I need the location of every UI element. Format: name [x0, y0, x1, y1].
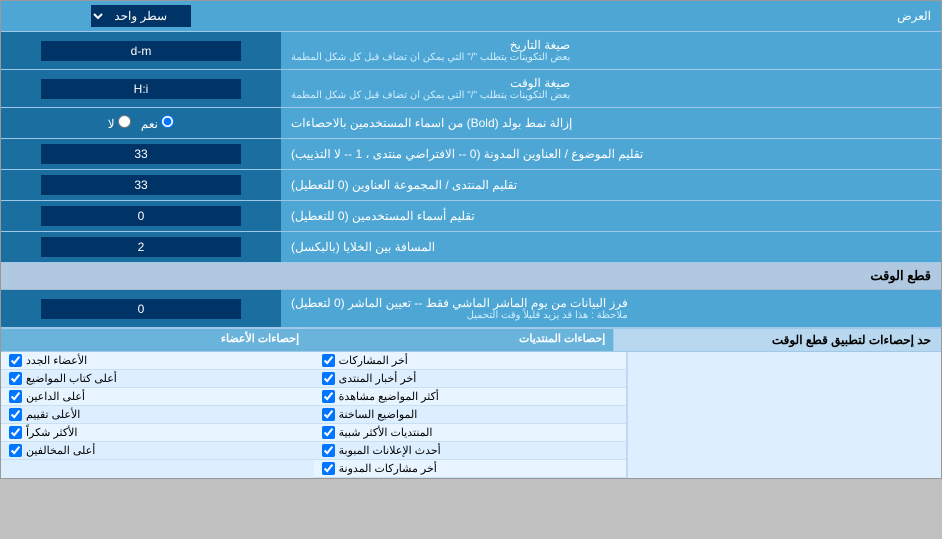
- cb-item: الأكثر شكراً: [1, 424, 314, 442]
- date-format-input-cell: [1, 32, 281, 69]
- cell-spacing-input[interactable]: [41, 237, 241, 257]
- bold-no-label: لا: [108, 115, 131, 131]
- cb-item: المنتديات الأكثر شبية: [314, 424, 627, 442]
- cb-col3-3[interactable]: [9, 390, 22, 403]
- users-trim-row: تقليم أسماء المستخدمين (0 للتعطيل): [1, 201, 941, 232]
- cb-col3-5[interactable]: [9, 426, 22, 439]
- cb-col3-4[interactable]: [9, 408, 22, 421]
- col2-header: إحصاءات المنتديات: [307, 329, 614, 351]
- forum-per-page-input-cell: [1, 170, 281, 200]
- cb-item: الأعضاء الجدد: [1, 352, 314, 370]
- time-format-input[interactable]: [41, 79, 241, 99]
- apply-label: حد إحصاءات لتطبيق قطع الوقت: [614, 329, 941, 351]
- bold-no-radio[interactable]: [118, 115, 131, 128]
- users-trim-label: تقليم أسماء المستخدمين (0 للتعطيل): [281, 201, 941, 231]
- display-label: العرض: [281, 3, 941, 29]
- topics-per-page-label: تقليم الموضوع / العناوين المدونة (0 -- ا…: [281, 139, 941, 169]
- cb-item: أخر أخبار المنتدى: [314, 370, 627, 388]
- cell-spacing-row: المسافة بين الخلايا (بالبكسل): [1, 232, 941, 263]
- checkboxes-area: حد إحصاءات لتطبيق قطع الوقت إحصاءات المن…: [1, 328, 941, 478]
- cb-item: الأعلى تقييم: [1, 406, 314, 424]
- realtime-section-header: قطع الوقت: [1, 263, 941, 290]
- cb-item: أعلى المخالفين: [1, 442, 314, 460]
- time-format-input-cell: [1, 70, 281, 107]
- topics-per-page-row: تقليم الموضوع / العناوين المدونة (0 -- ا…: [1, 139, 941, 170]
- cb-item: المواضيع الساخنة: [314, 406, 627, 424]
- display-input-cell: سطر واحد سطران ثلاثة أسطر: [1, 1, 281, 31]
- bold-yes-radio[interactable]: [161, 115, 174, 128]
- cb-col3-6[interactable]: [9, 444, 22, 457]
- time-format-row: صيغة الوقت بعض التكوينات يتطلب "/" التي …: [1, 70, 941, 108]
- realtime-filter-input[interactable]: [41, 299, 241, 319]
- cb-item: أعلى الداعين: [1, 388, 314, 406]
- cell-spacing-label: المسافة بين الخلايا (بالبكسل): [281, 232, 941, 262]
- col2-checkboxes: أخر المشاركات أخر أخبار المنتدى أكثر الم…: [314, 352, 628, 478]
- cb-col3-2[interactable]: [9, 372, 22, 385]
- date-format-input[interactable]: [41, 41, 241, 61]
- realtime-filter-input-cell: [1, 290, 281, 327]
- col3-checkboxes: الأعضاء الجدد أعلى كتاب المواضيع أعلى ال…: [1, 352, 314, 478]
- display-select[interactable]: سطر واحد سطران ثلاثة أسطر: [91, 5, 191, 27]
- users-trim-input[interactable]: [41, 206, 241, 226]
- forum-per-page-row: تقليم المنتدى / المجموعة العناوين (0 للت…: [1, 170, 941, 201]
- cb-col2-7[interactable]: [322, 462, 335, 475]
- col3-header: إحصاءات الأعضاء: [1, 329, 307, 351]
- cb-col2-5[interactable]: [322, 426, 335, 439]
- time-format-label: صيغة الوقت بعض التكوينات يتطلب "/" التي …: [281, 70, 941, 107]
- main-container: العرض سطر واحد سطران ثلاثة أسطر صيغة الت…: [0, 0, 942, 479]
- topics-per-page-input-cell: [1, 139, 281, 169]
- col-headers: إحصاءات المنتديات إحصاءات الأعضاء: [1, 329, 614, 351]
- cb-item: أخر مشاركات المدونة: [314, 460, 627, 478]
- cb-col2-4[interactable]: [322, 408, 335, 421]
- cb-item: أخر المشاركات: [314, 352, 627, 370]
- users-trim-input-cell: [1, 201, 281, 231]
- cb-col2-2[interactable]: [322, 372, 335, 385]
- realtime-filter-label: فرز البيانات من يوم الماشر الماشي فقط --…: [281, 290, 941, 327]
- bold-yes-label: نعم: [141, 115, 174, 131]
- cb-col2-3[interactable]: [322, 390, 335, 403]
- topics-per-page-input[interactable]: [41, 144, 241, 164]
- cb-col3-1[interactable]: [9, 354, 22, 367]
- cb-item: أكثر المواضيع مشاهدة: [314, 388, 627, 406]
- bold-names-row: إزالة نمط بولد (Bold) من اسماء المستخدمي…: [1, 108, 941, 139]
- date-format-row: صيغة التاريخ بعض التكوينات يتطلب "/" الت…: [1, 32, 941, 70]
- cb-col2-6[interactable]: [322, 444, 335, 457]
- checkboxes-content: أخر المشاركات أخر أخبار المنتدى أكثر الم…: [1, 352, 941, 478]
- forum-per-page-input[interactable]: [41, 175, 241, 195]
- forum-per-page-label: تقليم المنتدى / المجموعة العناوين (0 للت…: [281, 170, 941, 200]
- display-row: العرض سطر واحد سطران ثلاثة أسطر: [1, 1, 941, 32]
- date-format-label: صيغة التاريخ بعض التكوينات يتطلب "/" الت…: [281, 32, 941, 69]
- bold-names-input-cell: نعم لا: [1, 108, 281, 138]
- cell-spacing-input-cell: [1, 232, 281, 262]
- cb-item: أحدث الإعلانات المبوبة: [314, 442, 627, 460]
- bold-names-label: إزالة نمط بولد (Bold) من اسماء المستخدمي…: [281, 108, 941, 138]
- checkboxes-header-row: حد إحصاءات لتطبيق قطع الوقت إحصاءات المن…: [1, 329, 941, 352]
- cb-item: أعلى كتاب المواضيع: [1, 370, 314, 388]
- empty-col: [627, 352, 941, 478]
- cb-col2-1[interactable]: [322, 354, 335, 367]
- realtime-filter-row: فرز البيانات من يوم الماشر الماشي فقط --…: [1, 290, 941, 328]
